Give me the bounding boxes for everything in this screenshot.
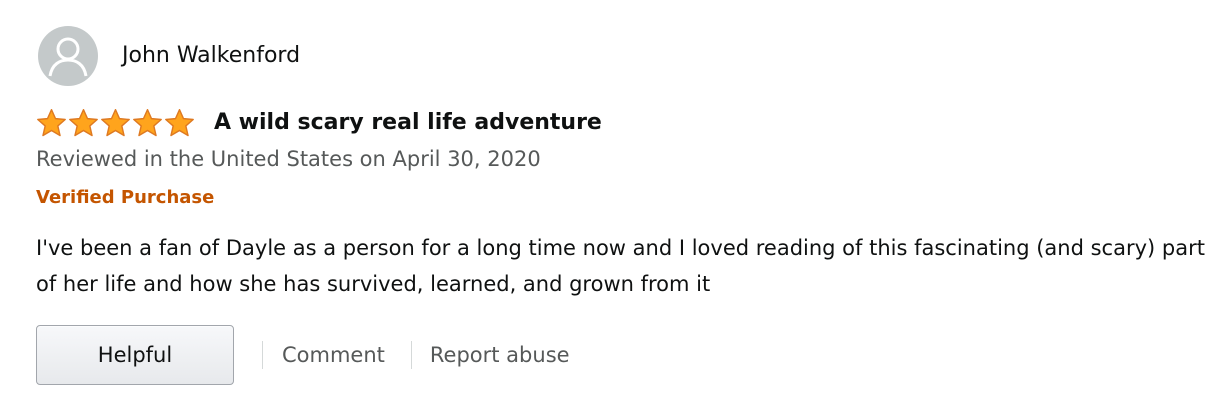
star-icon [165, 108, 194, 137]
review-actions: Helpful Comment Report abuse [36, 324, 588, 386]
avatar[interactable] [38, 26, 98, 86]
review-card: John Walkenford A wild scary real life a… [0, 0, 1222, 410]
verified-purchase-badge[interactable]: Verified Purchase [36, 186, 214, 210]
report-abuse-link[interactable]: Report abuse [412, 343, 588, 367]
star-icon [37, 108, 66, 137]
review-date: Reviewed in the United States on April 3… [36, 147, 541, 171]
reviewer-name[interactable]: John Walkenford [122, 45, 300, 67]
default-profile-icon [48, 37, 88, 77]
review-title[interactable]: A wild scary real life adventure [214, 112, 602, 134]
reviewer-profile[interactable]: John Walkenford [38, 26, 300, 86]
helpful-button[interactable]: Helpful [36, 325, 234, 385]
star-rating[interactable] [36, 108, 196, 138]
review-title-row: A wild scary real life adventure [36, 106, 602, 140]
comment-link[interactable]: Comment [263, 343, 411, 367]
star-icon [69, 108, 98, 137]
review-body: I've been a fan of Dayle as a person for… [36, 236, 1205, 296]
star-icon [101, 108, 130, 137]
star-icon [133, 108, 162, 137]
